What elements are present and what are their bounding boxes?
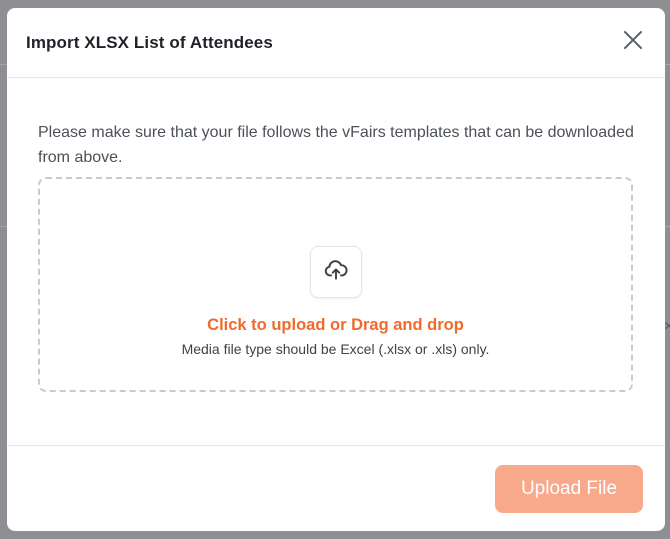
close-icon <box>623 30 643 55</box>
file-dropzone[interactable]: Click to upload or Drag and drop Media f… <box>38 177 633 392</box>
import-modal: Import XLSX List of Attendees Please mak… <box>7 8 665 531</box>
dropzone-title: Click to upload or Drag and drop <box>207 316 464 334</box>
instructions-text: Please make sure that your file follows … <box>38 124 634 166</box>
upload-icon-box <box>309 246 362 298</box>
upload-file-button[interactable]: Upload File <box>495 464 643 513</box>
modal-body: Please make sure that your file follows … <box>7 78 665 446</box>
close-button[interactable] <box>617 27 649 59</box>
modal-title: Import XLSX List of Attendees <box>26 32 273 52</box>
modal-header: Import XLSX List of Attendees <box>7 8 665 78</box>
dropzone-subtitle: Media file type should be Excel (.xlsx o… <box>181 341 490 357</box>
modal-footer: Upload File <box>7 446 665 531</box>
cloud-upload-icon <box>323 257 349 288</box>
